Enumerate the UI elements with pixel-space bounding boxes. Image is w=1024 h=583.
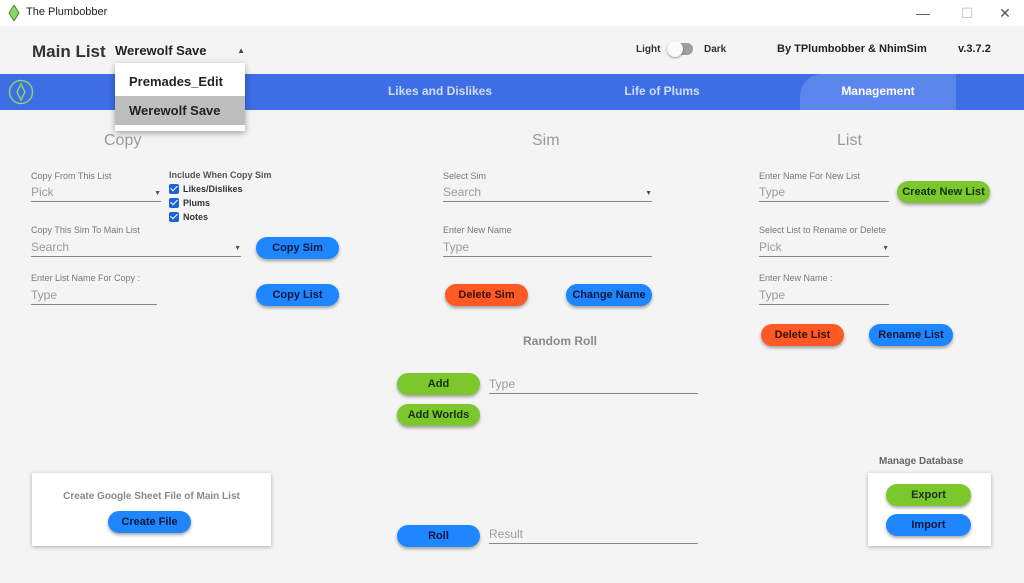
credits-text: By TPlumbobber & NhimSim	[777, 43, 927, 55]
maximize-button[interactable]: ☐	[952, 2, 982, 24]
add-worlds-button[interactable]: Add Worlds	[397, 404, 480, 426]
list-new-name-label: Enter New Name :	[759, 273, 833, 283]
select-sim-select[interactable]: Search ▼	[443, 185, 652, 202]
theme-dark-label: Dark	[704, 44, 727, 55]
sim-new-name-input[interactable]: Type	[443, 240, 652, 257]
theme-light-label: Light	[636, 44, 661, 55]
random-roll-add-placeholder: Type	[489, 377, 516, 391]
manage-database-title: Manage Database	[879, 456, 964, 467]
main-list-value: Werewolf Save	[115, 43, 207, 58]
dropdown-option-premades-edit[interactable]: Premades_Edit	[115, 67, 245, 96]
random-roll-result-placeholder: Result	[489, 527, 524, 541]
caret-down-icon: ▼	[882, 245, 889, 252]
new-list-placeholder: Type	[759, 185, 786, 199]
export-button[interactable]: Export	[886, 484, 971, 506]
list-name-placeholder: Type	[31, 288, 58, 302]
list-name-label: Enter List Name For Copy :	[31, 273, 141, 283]
list-new-name-placeholder: Type	[759, 288, 786, 302]
caret-up-icon: ▲	[237, 46, 245, 55]
delete-sim-button[interactable]: Delete Sim	[445, 284, 528, 306]
include-plums-checkbox[interactable]: Plums	[169, 198, 210, 211]
checkbox-checked-icon	[169, 184, 179, 194]
caret-down-icon: ▼	[234, 245, 241, 252]
main-list-dropdown: Premades_Edit Werewolf Save	[115, 63, 245, 131]
google-sheet-card	[32, 473, 271, 546]
window-title: The Plumbobber	[26, 6, 108, 18]
theme-toggle[interactable]	[667, 41, 693, 57]
random-roll-title: Random Roll	[523, 334, 597, 348]
new-list-label: Enter Name For New List	[759, 171, 861, 181]
list-section-title: List	[837, 132, 862, 149]
minimize-button[interactable]: —	[908, 2, 938, 24]
sim-new-name-label: Enter New Name	[443, 225, 512, 235]
toggle-knob	[667, 41, 683, 57]
copy-to-main-label: Copy This Sim To Main List	[31, 225, 140, 235]
sim-new-name-placeholder: Type	[443, 240, 470, 254]
google-sheet-title: Create Google Sheet File of Main List	[63, 491, 240, 502]
title-bar	[0, 0, 1024, 26]
rename-list-label: Select List to Rename or Delete	[759, 225, 887, 235]
rename-list-placeholder: Pick	[759, 240, 782, 254]
random-roll-add-input[interactable]: Type	[489, 377, 698, 394]
include-notes-checkbox[interactable]: Notes	[169, 212, 208, 225]
copy-to-main-placeholder: Search	[31, 240, 70, 254]
rename-list-button[interactable]: Rename List	[869, 324, 953, 346]
copy-from-placeholder: Pick	[31, 185, 54, 199]
include-likes-label: Likes/Dislikes	[183, 184, 243, 194]
select-sim-label: Select Sim	[443, 171, 487, 181]
checkbox-checked-icon	[169, 198, 179, 208]
create-new-list-button[interactable]: Create New List	[897, 181, 990, 203]
tab-likes-and-dislikes[interactable]: Likes and Dislikes	[365, 74, 515, 110]
list-name-input[interactable]: Type	[31, 288, 157, 305]
include-notes-label: Notes	[183, 212, 209, 222]
copy-from-label: Copy From This List	[31, 171, 112, 181]
import-button[interactable]: Import	[886, 514, 971, 536]
tab-management[interactable]: Management	[800, 74, 956, 110]
sim-section-title: Sim	[532, 132, 560, 149]
select-sim-placeholder: Search	[443, 185, 482, 199]
caret-down-icon: ▼	[645, 190, 652, 197]
main-list-select[interactable]: Werewolf Save ▲	[115, 43, 245, 64]
checkbox-checked-icon	[169, 212, 179, 222]
copy-section-title: Copy	[104, 132, 142, 149]
dropdown-option-werewolf-save[interactable]: Werewolf Save	[115, 96, 245, 125]
tab-life-of-plums[interactable]: Life of Plums	[592, 74, 732, 110]
delete-list-button[interactable]: Delete List	[761, 324, 844, 346]
main-list-label: Main List	[32, 42, 106, 61]
include-likes-checkbox[interactable]: Likes/Dislikes	[169, 184, 243, 197]
include-label: Include When Copy Sim	[169, 170, 272, 180]
copy-from-select[interactable]: Pick ▼	[31, 185, 161, 202]
create-file-button[interactable]: Create File	[108, 511, 191, 533]
add-button[interactable]: Add	[397, 373, 480, 395]
new-list-input[interactable]: Type	[759, 185, 889, 202]
plumbob-logo-icon[interactable]	[8, 79, 34, 105]
change-name-button[interactable]: Change Name	[566, 284, 652, 306]
close-button[interactable]: ✕	[990, 2, 1020, 24]
plumbob-icon	[8, 5, 20, 21]
list-new-name-input[interactable]: Type	[759, 288, 889, 305]
include-plums-label: Plums	[183, 198, 211, 208]
copy-list-button[interactable]: Copy List	[256, 284, 339, 306]
copy-sim-button[interactable]: Copy Sim	[256, 237, 339, 259]
caret-down-icon: ▼	[154, 190, 161, 197]
random-roll-result-field: Result	[489, 527, 698, 544]
rename-list-select[interactable]: Pick ▼	[759, 240, 889, 257]
version-text: v.3.7.2	[958, 43, 991, 55]
roll-button[interactable]: Roll	[397, 525, 480, 547]
copy-to-main-select[interactable]: Search ▼	[31, 240, 241, 257]
